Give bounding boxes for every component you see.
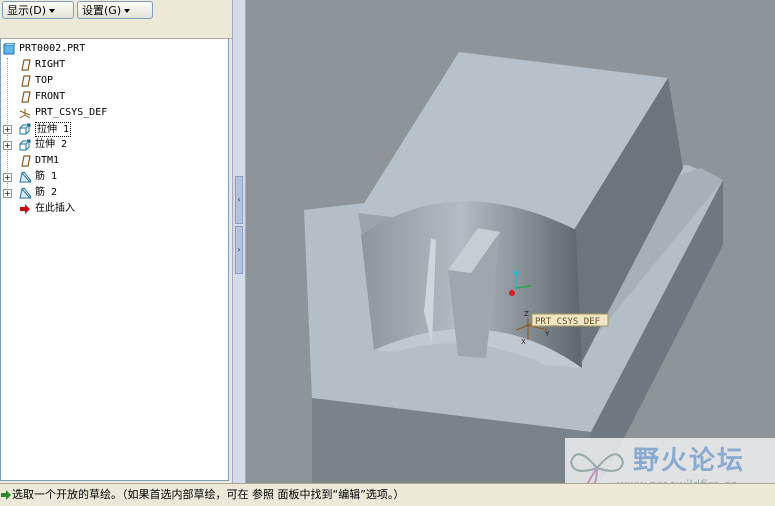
tree-item-label: 筋 2: [35, 187, 58, 198]
rib-icon: [19, 171, 31, 183]
settings-dropdown-label: 设置(G): [82, 4, 122, 17]
extrude-icon: [19, 139, 31, 151]
datum-plane-icon: [21, 59, 31, 71]
tree-item-label: 在此插入: [35, 203, 75, 214]
csys-origin-dot: [509, 290, 515, 296]
graphics-viewport[interactable]: PRT_CSYS_DEF Z Y X: [246, 0, 775, 483]
expand-right-icon[interactable]: ›: [235, 226, 243, 274]
chevron-down-icon: [49, 9, 56, 13]
axis-label-x: X: [521, 338, 526, 346]
expand-toggle[interactable]: +: [3, 141, 12, 150]
part-icon: [3, 43, 15, 55]
settings-dropdown[interactable]: 设置(G): [77, 1, 153, 19]
tree-item-label: PRT_CSYS_DEF: [35, 107, 108, 118]
collapse-left-icon[interactable]: ‹: [235, 176, 243, 224]
chevron-down-icon: [124, 9, 131, 13]
expand-toggle[interactable]: +: [3, 125, 12, 134]
status-message: 选取一个开放的草绘。（如果首选内部草绘，可在 参照 面板中找到“编辑”选项。）: [12, 488, 405, 501]
watermark-title: 野火论坛: [633, 446, 746, 476]
expand-toggle[interactable]: +: [3, 173, 12, 182]
tree-root-label: PRT0002.PRT: [19, 43, 86, 54]
toolbar-separator: [0, 22, 232, 39]
tree-item-label: TOP: [35, 75, 54, 86]
prompt-arrow-icon: [1, 490, 11, 500]
tree-item-label: DTM1: [35, 155, 60, 166]
expand-toggle[interactable]: +: [3, 189, 12, 198]
display-dropdown[interactable]: 显示(D): [2, 1, 74, 19]
model-tree-panel: 显示(D) 设置(G) PRT0002.PRT RIGHT TOP FRONT: [0, 0, 232, 483]
tree-item-label: 筋 1: [35, 171, 58, 182]
datum-plane-icon: [21, 91, 31, 103]
tree-item-label: FRONT: [35, 91, 66, 102]
csys-y-dot: [513, 270, 519, 276]
status-bar: 选取一个开放的草绘。（如果首选内部草绘，可在 参照 面板中找到“编辑”选项。）: [0, 483, 775, 506]
datum-plane-icon: [21, 155, 31, 167]
csys-label: PRT_CSYS_DEF: [535, 317, 600, 327]
model-tree: PRT0002.PRT RIGHT TOP FRONT PRT_CSYS_DEF…: [0, 39, 229, 481]
display-dropdown-label: 显示(D): [7, 4, 47, 17]
csys-icon: [19, 109, 31, 119]
datum-plane-icon: [21, 75, 31, 87]
rib-icon: [19, 187, 31, 199]
panel-splitter[interactable]: ‹ ›: [232, 0, 246, 483]
extrude-icon: [19, 123, 31, 135]
tree-item-label: 拉伸 2: [35, 139, 68, 150]
axis-label-z: Z: [524, 310, 529, 318]
tree-item-label: RIGHT: [35, 59, 66, 70]
insert-arrow-icon: [20, 204, 30, 214]
tree-toolbar: 显示(D) 设置(G): [0, 0, 232, 22]
tree-item-label: 拉伸 1: [35, 122, 72, 137]
axis-label-y: Y: [544, 330, 550, 338]
model-render: PRT_CSYS_DEF Z Y X: [304, 52, 723, 483]
